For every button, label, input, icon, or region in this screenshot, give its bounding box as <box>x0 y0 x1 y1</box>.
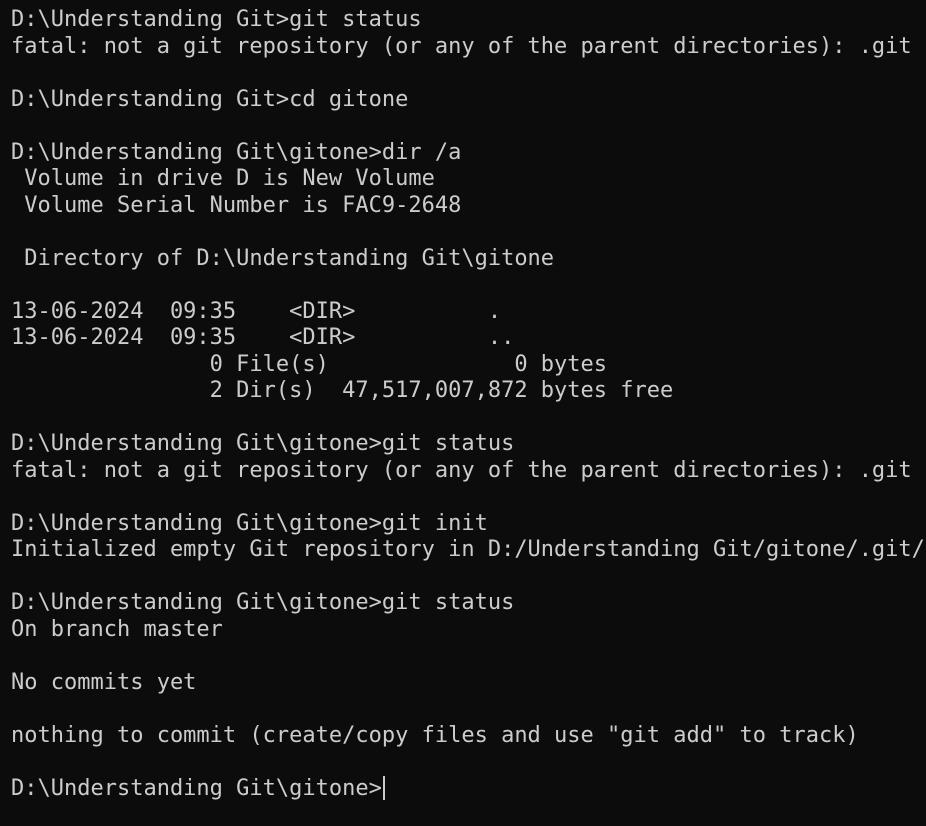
terminal-line: Volume in drive D is New Volume <box>11 166 435 191</box>
terminal-line: 13-06-2024 09:35 <DIR> . <box>11 298 502 324</box>
terminal-line: D:\Understanding Git\gitone>dir /a <box>11 139 462 165</box>
terminal-line: No commits yet <box>11 669 197 695</box>
terminal-line: nothing to commit (create/copy files and… <box>11 722 859 748</box>
terminal-line: D:\Understanding Git\gitone>git status <box>11 590 515 615</box>
text-cursor <box>382 775 385 800</box>
terminal-line: 0 File(s) 0 bytes <box>11 351 608 377</box>
terminal-line: fatal: not a git repository (or any of t… <box>11 457 912 483</box>
terminal-output: D:\Understanding Git>git status fatal: no… <box>11 7 926 776</box>
command-prompt-line[interactable]: D:\Understanding Git\gitone> <box>11 775 926 803</box>
terminal-line: 13-06-2024 09:35 <DIR> .. <box>11 325 515 350</box>
prompt-text: D:\Understanding Git\gitone> <box>11 775 382 801</box>
terminal-line: D:\Understanding Git>git status <box>11 7 422 32</box>
terminal-window[interactable]: D:\Understanding Git>git status fatal: no… <box>0 0 926 826</box>
terminal-line: fatal: not a git repository (or any of t… <box>11 33 912 59</box>
terminal-line: Initialized empty Git repository in D:/U… <box>11 537 925 562</box>
terminal-line: D:\Understanding Git\gitone>git status <box>11 431 515 456</box>
terminal-line: D:\Understanding Git\gitone>git init <box>11 510 488 536</box>
terminal-line: Volume Serial Number is FAC9-2648 <box>11 192 462 218</box>
terminal-line: On branch master <box>11 616 223 642</box>
terminal-line: Directory of D:\Understanding Git\gitone <box>11 245 555 271</box>
terminal-line: 2 Dir(s) 47,517,007,872 bytes free <box>11 378 674 403</box>
terminal-line: D:\Understanding Git>cd gitone <box>11 86 409 112</box>
